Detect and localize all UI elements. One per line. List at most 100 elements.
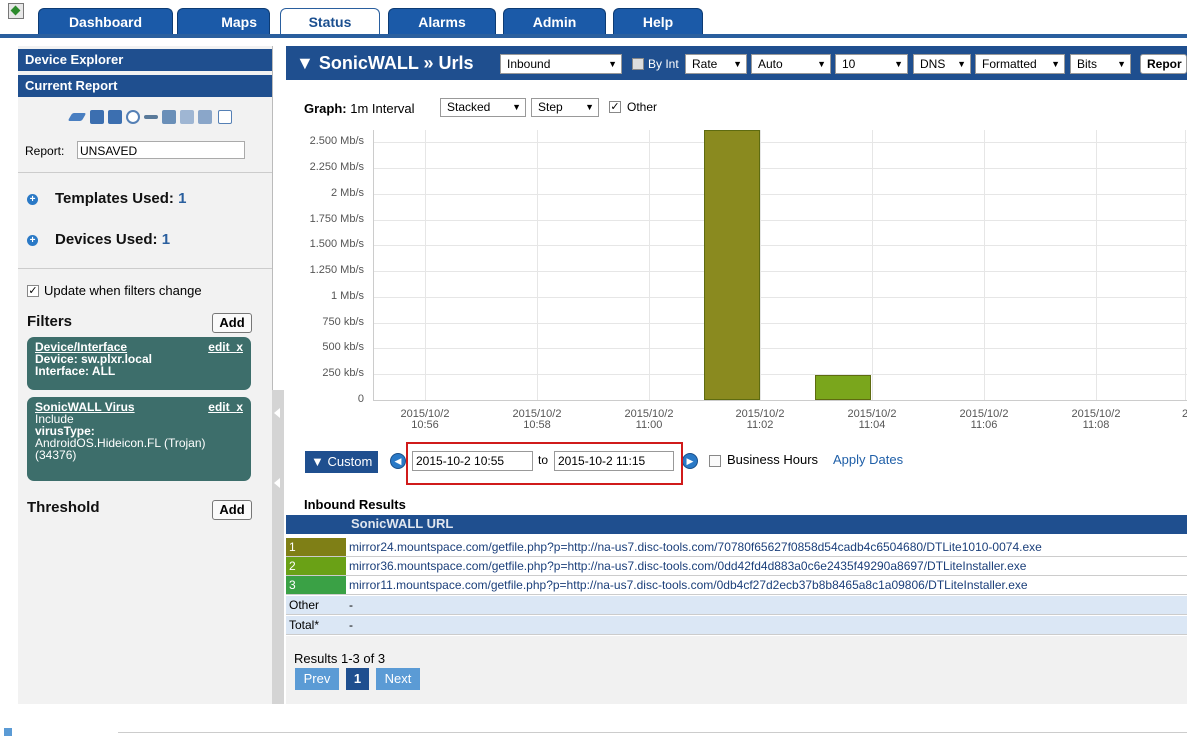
dns-select[interactable]: DNS ▼ bbox=[913, 54, 971, 74]
gridline bbox=[374, 374, 1187, 375]
devices-used[interactable]: Devices Used: 1 bbox=[55, 231, 170, 248]
tab-help[interactable]: Help bbox=[613, 8, 703, 34]
tab-dashboard[interactable]: Dashboard bbox=[38, 8, 173, 34]
prev-range-icon[interactable]: ◀ bbox=[390, 453, 406, 469]
templates-used[interactable]: Templates Used: 1 bbox=[55, 190, 186, 207]
rate-select[interactable]: Rate ▼ bbox=[685, 54, 747, 74]
y-tick-label: 250 kb/s bbox=[322, 367, 364, 379]
x-tick-label: 2015/10/2 10:58 bbox=[512, 408, 562, 431]
prev-page-button[interactable]: Prev bbox=[295, 668, 339, 690]
next-range-icon[interactable]: ▶ bbox=[682, 453, 698, 469]
total-value: - bbox=[349, 618, 353, 632]
gridline bbox=[374, 297, 1187, 298]
divider bbox=[18, 268, 272, 269]
table-row[interactable]: 1 mirror24.mountspace.com/getfile.php?p=… bbox=[286, 538, 1187, 557]
chart-plot-area bbox=[373, 130, 1187, 401]
units-select[interactable]: Bits ▼ bbox=[1070, 54, 1131, 74]
delete-icon[interactable] bbox=[162, 110, 176, 124]
count-select[interactable]: 10 ▼ bbox=[835, 54, 908, 74]
gridline bbox=[1185, 130, 1186, 400]
link-icon[interactable] bbox=[144, 115, 158, 119]
pdf-icon[interactable] bbox=[218, 110, 232, 124]
gridline bbox=[1096, 130, 1097, 400]
filter-edit-link[interactable]: edit bbox=[208, 400, 229, 414]
date-range-highlight bbox=[406, 442, 683, 485]
row-url[interactable]: mirror24.mountspace.com/getfile.php?p=ht… bbox=[349, 538, 1042, 556]
apply-dates-link[interactable]: Apply Dates bbox=[833, 452, 903, 467]
x-tick-label: 2015/10/2 11:06 bbox=[959, 408, 1009, 431]
results-header[interactable]: SonicWALL URL bbox=[286, 515, 1187, 534]
devices-used-count: 1 bbox=[161, 231, 171, 248]
gridline bbox=[374, 323, 1187, 324]
add-filter-button[interactable]: Add bbox=[212, 313, 252, 333]
x-tick-label: 2015/10/2 11:08 bbox=[1071, 408, 1121, 431]
custom-range-button[interactable]: ▼ Custom bbox=[305, 451, 378, 473]
add-threshold-button[interactable]: Add bbox=[212, 500, 252, 520]
report-button[interactable]: Repor bbox=[1140, 54, 1187, 74]
page-1-button[interactable]: 1 bbox=[346, 668, 369, 690]
expand-devices-icon[interactable]: + bbox=[27, 235, 38, 246]
email-icon[interactable] bbox=[198, 110, 212, 124]
graph-interval: Graph: 1m Interval bbox=[304, 101, 415, 116]
save-as-icon[interactable] bbox=[108, 110, 122, 124]
device-explorer-header[interactable]: Device Explorer bbox=[18, 49, 272, 71]
auto-select[interactable]: Auto ▼ bbox=[751, 54, 831, 74]
format-select[interactable]: Formatted ▼ bbox=[975, 54, 1065, 74]
table-row[interactable]: 3 mirror11.mountspace.com/getfile.php?p=… bbox=[286, 576, 1187, 595]
filter-edit-link[interactable]: edit bbox=[208, 340, 229, 354]
row-url[interactable]: mirror36.mountspace.com/getfile.php?p=ht… bbox=[349, 557, 1026, 575]
total-row: Total* - bbox=[286, 616, 1187, 635]
by-int-label: By Int bbox=[648, 57, 679, 71]
filter-remove-link[interactable]: x bbox=[236, 340, 243, 354]
gridline bbox=[374, 142, 1187, 143]
other-checkbox[interactable]: ✓ bbox=[609, 101, 621, 113]
line-mode-select[interactable]: Step ▼ bbox=[531, 98, 599, 117]
total-label: Total* bbox=[289, 618, 320, 632]
app-logo-icon[interactable] bbox=[8, 3, 24, 19]
y-tick-label: 750 kb/s bbox=[322, 316, 364, 328]
templates-used-count: 1 bbox=[178, 190, 187, 207]
templates-used-label: Templates Used: bbox=[55, 190, 174, 207]
y-tick-label: 2.500 Mb/s bbox=[309, 135, 364, 147]
devices-used-label: Devices Used: bbox=[55, 231, 158, 248]
row-url[interactable]: mirror11.mountspace.com/getfile.php?p=ht… bbox=[349, 576, 1028, 594]
gridline bbox=[374, 271, 1187, 272]
tab-admin[interactable]: Admin bbox=[503, 8, 606, 34]
stack-mode-select[interactable]: Stacked ▼ bbox=[440, 98, 526, 117]
edit-icon[interactable] bbox=[67, 113, 87, 121]
filter-remove-link[interactable]: x bbox=[236, 400, 243, 414]
y-tick-label: 2.250 Mb/s bbox=[309, 161, 364, 173]
panel-collapse-handle[interactable] bbox=[272, 390, 284, 704]
tab-maps[interactable]: Maps bbox=[177, 8, 270, 34]
gridline bbox=[872, 130, 873, 400]
current-report-header[interactable]: Current Report bbox=[18, 75, 272, 97]
by-int-checkbox[interactable] bbox=[632, 58, 644, 70]
filter-virus-id: (34376) bbox=[35, 448, 77, 462]
other-label: Other bbox=[627, 100, 658, 114]
gridline bbox=[374, 194, 1187, 195]
filter-sonicwall-virus[interactable]: SonicWALL Virus edit x Include virusType… bbox=[27, 397, 251, 481]
table-icon[interactable] bbox=[180, 110, 194, 124]
chart-bar bbox=[704, 130, 760, 400]
filters-title: Filters bbox=[27, 313, 73, 330]
y-tick-label: 2 Mb/s bbox=[330, 187, 364, 199]
tab-status[interactable]: Status bbox=[280, 8, 380, 36]
direction-select[interactable]: Inbound ▼ bbox=[500, 54, 622, 74]
expand-templates-icon[interactable]: + bbox=[27, 194, 38, 205]
save-icon[interactable] bbox=[90, 110, 104, 124]
x-tick-label: 2015/10/2 11:00 bbox=[624, 408, 674, 431]
table-row[interactable]: 2 mirror36.mountspace.com/getfile.php?p=… bbox=[286, 557, 1187, 576]
update-filters-label: Update when filters change bbox=[44, 283, 202, 298]
report-title[interactable]: ▼ SonicWALL » Urls bbox=[296, 53, 474, 74]
column-header-url[interactable]: SonicWALL URL bbox=[351, 516, 453, 531]
business-hours-checkbox[interactable] bbox=[709, 455, 721, 467]
filter-device-interface[interactable]: Device/Interface edit x Device: sw.plxr.… bbox=[27, 337, 251, 390]
schedule-icon[interactable] bbox=[126, 110, 140, 124]
x-tick-label: 2015/10/2 11:02 bbox=[735, 408, 785, 431]
divider bbox=[18, 172, 272, 173]
tab-alarms[interactable]: Alarms bbox=[388, 8, 496, 34]
row-rank: 3 bbox=[286, 576, 346, 594]
report-name-input[interactable]: UNSAVED bbox=[77, 141, 245, 159]
update-filters-checkbox[interactable]: ✓ bbox=[27, 285, 39, 297]
next-page-button[interactable]: Next bbox=[376, 668, 420, 690]
